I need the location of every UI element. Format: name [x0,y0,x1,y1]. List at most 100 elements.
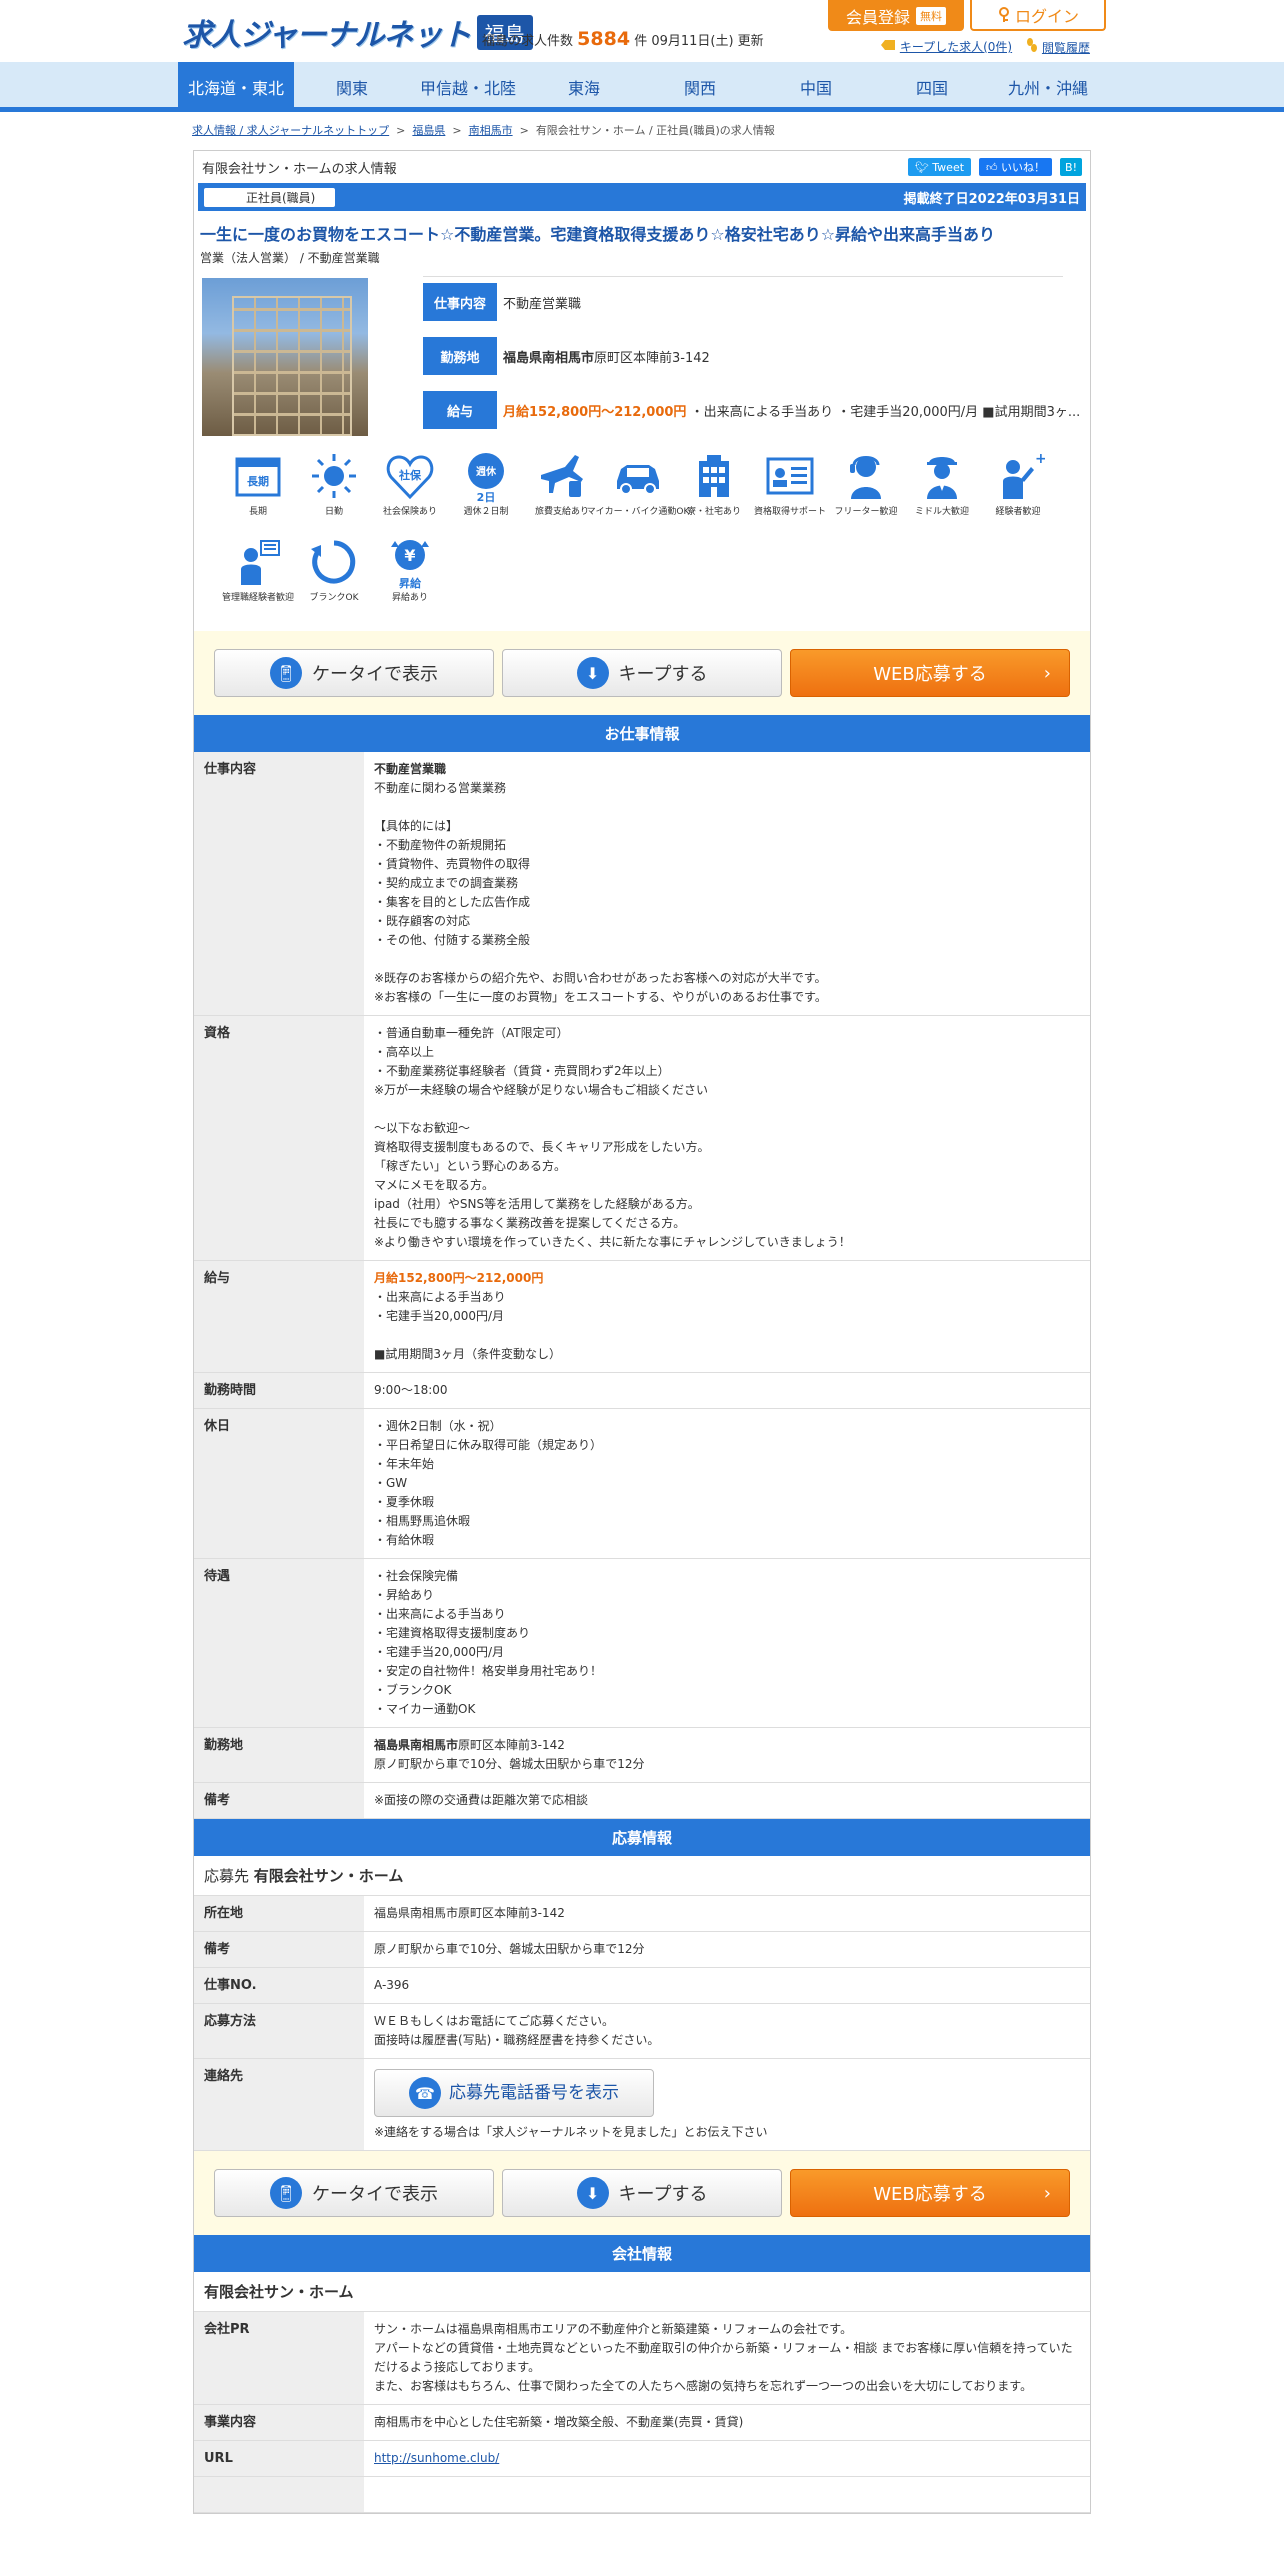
thumbs-up-icon: 👍︎ [986,160,998,174]
nav-item-kanto[interactable]: 関東 [294,62,410,112]
feature-middle: ミドル大歓迎 [904,449,980,535]
mgmt-experienced-icon [241,540,280,585]
login-button[interactable]: ログイン [970,0,1106,31]
web-apply-button[interactable]: WEB応募する › [790,649,1070,697]
breadcrumb-prefecture[interactable]: 福島県 [412,124,445,137]
show-mobile-button-bottom[interactable]: 📱︎ ケータイで表示 [214,2169,494,2217]
freeter-icon [850,456,881,499]
feature-qualification: 資格取得サポート [752,449,828,535]
web-apply-button-bottom[interactable]: WEB応募する › [790,2169,1070,2217]
folder-icon: ⬇︎ [576,657,609,689]
feature-daytime: 日勤 [296,449,372,535]
nav-item-shikoku[interactable]: 四国 [874,62,990,112]
breadcrumb-city[interactable]: 南相馬市 [469,124,513,137]
company-info-table: 会社PR サン・ホームは福島県南相馬市エリアの不動産仲介と新築建築・リフォームの会… [194,2312,1090,2513]
feature-mgmt-experienced: 管理職経験者歓迎 [220,535,296,621]
table-row: URL http://sunhome.club/ [194,2440,1090,2477]
job-summary: 仕事内容 不動産営業職 勤務地 福島県南相馬市原町区本陣前3-142 給与 月給… [194,266,1090,441]
summary-divider [423,276,1063,277]
svg-text:昇給: 昇給 [399,576,422,589]
summary-location-row: 勤務地 福島県南相馬市原町区本陣前3-142 [423,336,710,376]
svg-text:社保: 社保 [398,468,422,482]
table-row: 仕事NO. A-396 [194,1967,1090,2004]
logo-text: 求人ジャーナルネット [182,18,471,53]
experienced-icon: + [1003,451,1045,499]
chevron-right-icon: › [1043,2182,1051,2204]
table-row: 連絡先 ☎︎ 応募先電話番号を表示 ※連絡をする場合は「求人ジャーナルネットを見ま… [194,2058,1090,2151]
daytime-icon [312,454,356,498]
table-row: 備考 ※面接の際の交通費は距離次第で応相談 [194,1782,1090,1819]
table-row: 備考 原ノ町駅から車で10分、磐城太田駅から車で12分 [194,1931,1090,1968]
nav-item-kyushu-okinawa[interactable]: 九州・沖縄 [990,62,1106,112]
key-icon [998,6,1009,22]
free-badge: 無料 [916,6,946,25]
site-logo[interactable]: 求人ジャーナルネット 福島 [182,12,533,53]
feature-freeter: フリーター歓迎 [828,449,904,535]
contact-note: ※連絡をする場合は「求人ジャーナルネットを見ました」とお伝え下さい [374,2125,768,2139]
keep-button-bottom[interactable]: ⬇︎ キープする [502,2169,782,2217]
keep-button[interactable]: ⬇︎ キープする [502,649,782,697]
long-term-icon: 長期 [235,457,281,497]
feature-blank-ok: ブランクOK [296,535,372,621]
travel-icon [541,455,583,497]
tag-icon [881,40,895,50]
nav-item-hokkaido-tohoku[interactable]: 北海道・東北 [178,62,294,112]
company-url-link[interactable]: http://sunhome.club/ [374,2451,499,2465]
table-row: 勤務地 福島県南相馬市原町区本陣前3-142 原ノ町駅から車で10分、磐城太田駅か… [194,1727,1090,1783]
svg-text:長期: 長期 [247,474,269,488]
folder-icon: ⬇︎ [576,2177,609,2209]
breadcrumb-current: 有限会社サン・ホーム / 正社員(職員)の求人情報 [535,124,775,137]
phone-handset-icon: ☎︎ [409,2077,441,2109]
summary-job-row: 仕事内容 不動産営業職 [423,282,581,322]
svg-text:¥: ¥ [404,546,415,565]
feature-raise: ¥ 昇給 昇給あり [372,535,448,621]
job-count: 福島の求人件数 5884 件 09月11日(土) 更新 [482,28,764,50]
qualification-icon [766,457,814,495]
nav-item-kansai[interactable]: 関西 [642,62,758,112]
site-header: 求人ジャーナルネット 福島 福島の求人件数 5884 件 09月11日(土) 更… [0,0,1284,62]
register-button[interactable]: 会員登録 無料 [828,0,964,31]
twitter-icon: 🐦︎ [914,160,929,174]
table-row: 勤務時間 9:00～18:00 [194,1372,1090,1409]
like-button[interactable]: 👍︎ いいね！ [979,158,1053,176]
company-info-heading: 会社情報 [194,2235,1090,2272]
table-row: 会社PR サン・ホームは福島県南相馬市エリアの不動産仲介と新築建築・リフォームの会… [194,2312,1090,2405]
action-bar-bottom: 📱︎ ケータイで表示 ⬇︎ キープする WEB応募する › [194,2151,1090,2235]
show-phone-button[interactable]: ☎︎ 応募先電話番号を表示 [374,2069,654,2117]
feature-insurance: 社保 社会保険あり [372,449,448,535]
svg-text:週休: 週休 [476,465,497,478]
insurance-icon: 社保 [386,455,434,500]
feature-housing: 寮・社宅あり [676,449,752,535]
nav-item-tokai[interactable]: 東海 [526,62,642,112]
table-row: 応募方法 ＷＥＢもしくはお電話にてご応募ください。 面接時は履歴書(写貼)・職務経… [194,2003,1090,2059]
show-mobile-button[interactable]: 📱︎ ケータイで表示 [214,649,494,697]
nav-item-koshinetsu-hokuriku[interactable]: 甲信越・北陸 [410,62,526,112]
history-link[interactable]: 閲覧履歴 [1026,38,1090,56]
apply-info-heading: 応募情報 [194,1819,1090,1856]
job-info-heading: お仕事情報 [194,715,1090,752]
table-row: 給与 月給152,800円～212,000円 ・出来高による手当あり ・宅建手当2… [194,1260,1090,1373]
two-days-off-icon: 週休 2日 [468,453,504,503]
breadcrumb-top[interactable]: 求人情報 / 求人ジャーナルネットトップ [192,124,389,137]
job-photo [202,278,368,436]
table-row: 休日 ・週休2日制（水・祝） ・平日希望日に休み取得可能（規定あり） ・年末年始… [194,1408,1090,1559]
feature-two-days-off: 週休 2日 週休２日制 [448,449,524,535]
table-row: 資格 ・普通自動車一種免許（AT限定可） ・高卒以上 ・不動産業務従事経験者（賃… [194,1015,1090,1261]
kept-jobs-link[interactable]: キープした求人(0件) [880,38,1012,56]
tweet-button[interactable]: 🐦︎ Tweet [907,158,972,176]
feature-travel: 旅費支給あり [524,449,600,535]
hatena-bookmark-button[interactable]: B! [1060,158,1082,176]
job-detail-card: 有限会社サン・ホームの求人情報 🐦︎ Tweet 👍︎ いいね！ B! 正社員(… [193,150,1091,2514]
job-count-number: 5884 [577,28,631,50]
phone-icon: 📱︎ [270,2177,302,2209]
feature-car: マイカー・バイク通勤OK [587,449,689,535]
employment-bar: 正社員(職員) 掲載終了日2022年03月31日 [198,183,1086,211]
job-category: 営業（法人営業） / 不動産営業職 [200,251,380,265]
raise-icon: ¥ 昇給 [391,540,429,589]
table-row [194,2476,1090,2513]
chevron-right-icon: › [1043,662,1051,684]
middle-icon [927,457,957,499]
building-image [232,296,352,436]
action-bar-top: 📱︎ ケータイで表示 ⬇︎ キープする WEB応募する › [194,631,1090,715]
nav-item-chugoku[interactable]: 中国 [758,62,874,112]
